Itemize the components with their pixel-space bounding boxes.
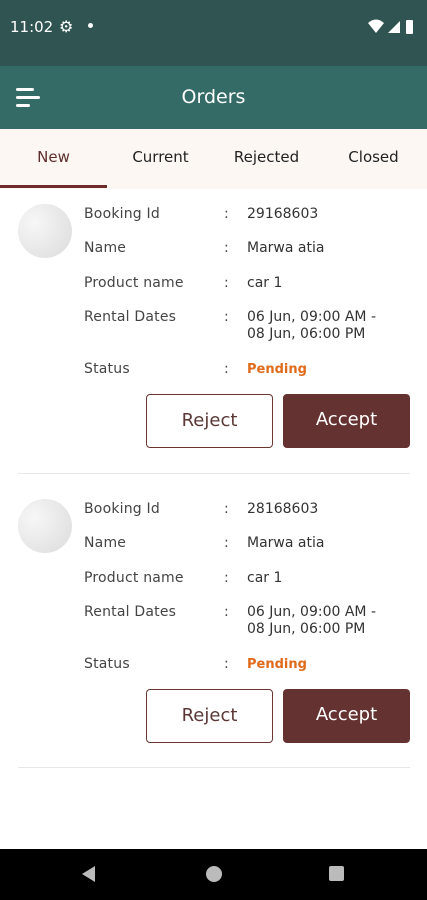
separator: : bbox=[224, 206, 229, 222]
product-name-value: car 1 bbox=[247, 275, 283, 291]
battery-icon bbox=[406, 20, 413, 34]
tab-new[interactable]: New bbox=[0, 129, 107, 189]
name-label: Name bbox=[84, 535, 127, 551]
page-title: Orders bbox=[181, 86, 246, 108]
status-icons bbox=[368, 19, 413, 34]
separator: : bbox=[224, 361, 229, 377]
booking-id-label: Booking Id bbox=[84, 501, 160, 517]
status-label: Status bbox=[84, 656, 130, 672]
app-bar: Orders bbox=[0, 66, 427, 129]
accept-button[interactable]: Accept bbox=[283, 689, 410, 743]
back-icon[interactable] bbox=[82, 866, 95, 882]
system-nav-bar bbox=[0, 849, 427, 900]
recent-apps-icon[interactable] bbox=[329, 866, 344, 881]
divider bbox=[18, 767, 410, 768]
booking-id-label: Booking Id bbox=[84, 206, 160, 222]
accept-button[interactable]: Accept bbox=[283, 394, 410, 448]
tab-rejected[interactable]: Rejected bbox=[213, 129, 320, 189]
status-time: 11:02 bbox=[10, 18, 54, 36]
product-name-value: car 1 bbox=[247, 570, 283, 586]
separator: : bbox=[224, 240, 229, 256]
product-name-label: Product name bbox=[84, 275, 184, 291]
home-icon[interactable] bbox=[206, 866, 222, 882]
wifi-icon bbox=[368, 19, 384, 33]
order-card: Booking Id : 29168603 Name : Marwa atia … bbox=[18, 204, 410, 464]
rental-dates-end: 08 Jun, 06:00 PM bbox=[247, 326, 366, 342]
name-value: Marwa atia bbox=[247, 535, 325, 551]
status-bar: 11:02 ⚙ bbox=[0, 0, 427, 66]
booking-id-value: 29168603 bbox=[247, 206, 319, 222]
tab-bar: New Current Rejected Closed bbox=[0, 129, 427, 189]
product-name-label: Product name bbox=[84, 570, 184, 586]
rental-dates-start: 06 Jun, 09:00 AM - bbox=[247, 604, 376, 620]
avatar bbox=[18, 499, 72, 553]
separator: : bbox=[224, 604, 229, 620]
active-tab-indicator bbox=[0, 185, 107, 188]
status-label: Status bbox=[84, 361, 130, 377]
avatar bbox=[18, 204, 72, 258]
name-label: Name bbox=[84, 240, 127, 256]
status-badge: Pending bbox=[247, 362, 307, 377]
notification-dot-icon bbox=[88, 23, 93, 28]
tab-current[interactable]: Current bbox=[107, 129, 214, 189]
tab-closed[interactable]: Closed bbox=[320, 129, 427, 189]
rental-dates-value: 06 Jun, 09:00 AM - 08 Jun, 06:00 PM bbox=[247, 309, 417, 343]
signal-icon bbox=[388, 21, 400, 33]
separator: : bbox=[224, 275, 229, 291]
separator: : bbox=[224, 570, 229, 586]
rental-dates-label: Rental Dates bbox=[84, 604, 177, 620]
separator: : bbox=[224, 309, 229, 325]
settings-gear-icon: ⚙ bbox=[59, 17, 74, 36]
rental-dates-label: Rental Dates bbox=[84, 309, 177, 325]
booking-id-value: 28168603 bbox=[247, 501, 319, 517]
reject-button[interactable]: Reject bbox=[146, 689, 273, 743]
separator: : bbox=[224, 535, 229, 551]
order-card: Booking Id : 28168603 Name : Marwa atia … bbox=[18, 499, 410, 759]
rental-dates-start: 06 Jun, 09:00 AM - bbox=[247, 309, 376, 325]
separator: : bbox=[224, 656, 229, 672]
status-badge: Pending bbox=[247, 657, 307, 672]
rental-dates-value: 06 Jun, 09:00 AM - 08 Jun, 06:00 PM bbox=[247, 604, 417, 638]
separator: : bbox=[224, 501, 229, 517]
rental-dates-end: 08 Jun, 06:00 PM bbox=[247, 621, 366, 637]
name-value: Marwa atia bbox=[247, 240, 325, 256]
divider bbox=[18, 473, 410, 474]
reject-button[interactable]: Reject bbox=[146, 394, 273, 448]
